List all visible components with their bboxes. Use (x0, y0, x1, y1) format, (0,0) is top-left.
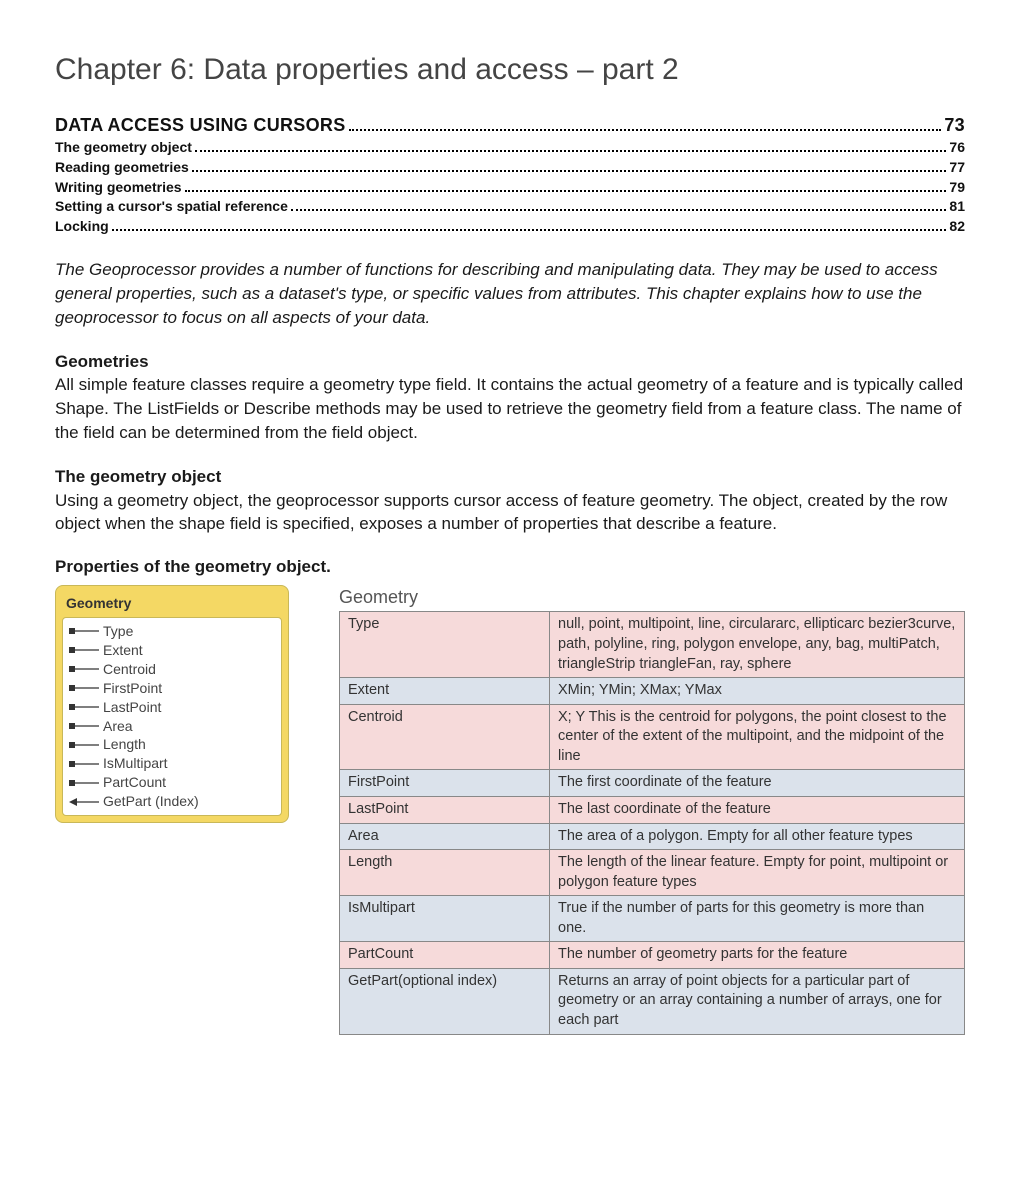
toc-leader-dots (291, 209, 947, 211)
property-desc-cell: True if the number of parts for this geo… (550, 896, 965, 942)
geometry-uml-item-label: Length (103, 735, 146, 754)
toc-label: Setting a cursor's spatial reference (55, 197, 288, 216)
geometry-uml-item-label: GetPart (Index) (103, 792, 199, 811)
geometry-uml-item-label: IsMultipart (103, 754, 168, 773)
geometry-uml-item: PartCount (69, 773, 275, 792)
property-icon (69, 645, 99, 655)
section-heading: The geometry object (55, 467, 221, 486)
property-name-cell: Extent (340, 678, 550, 705)
toc-label: DATA ACCESS USING CURSORS (55, 113, 346, 137)
property-name-cell: IsMultipart (340, 896, 550, 942)
toc-leader-dots (349, 129, 942, 131)
table-row: GetPart(optional index)Returns an array … (340, 968, 965, 1034)
property-desc-cell: Returns an array of point objects for a … (550, 968, 965, 1034)
geometry-uml-item-label: FirstPoint (103, 679, 162, 698)
property-name-cell: Type (340, 612, 550, 678)
property-desc-cell: XMin; YMin; XMax; YMax (550, 678, 965, 705)
geometry-uml-members: TypeExtentCentroidFirstPointLastPointAre… (62, 617, 282, 816)
table-row: PartCountThe number of geometry parts fo… (340, 942, 965, 969)
geometry-uml-item: Length (69, 735, 275, 754)
section-body: Using a geometry object, the geoprocesso… (55, 491, 947, 534)
property-desc-cell: The first coordinate of the feature (550, 770, 965, 797)
table-row: LengthThe length of the linear feature. … (340, 850, 965, 896)
geometry-uml-item-label: Type (103, 622, 133, 641)
geometry-uml-item: Centroid (69, 660, 275, 679)
section-body: All simple feature classes require a geo… (55, 375, 963, 442)
geometry-uml-item-label: LastPoint (103, 698, 161, 717)
chapter-title: Chapter 6: Data properties and access – … (55, 50, 965, 91)
geometry-uml-item-label: Extent (103, 641, 143, 660)
table-row: LastPointThe last coordinate of the feat… (340, 796, 965, 823)
geometry-uml-title: Geometry (62, 592, 282, 617)
geometry-uml-item-label: Area (103, 717, 133, 736)
toc-leader-dots (112, 229, 947, 231)
geometry-uml-item: Extent (69, 641, 275, 660)
toc-label: Reading geometries (55, 158, 189, 177)
toc-entry: Reading geometries 77 (55, 158, 965, 177)
property-name-cell: LastPoint (340, 796, 550, 823)
toc-page: 77 (949, 158, 965, 177)
property-name-cell: FirstPoint (340, 770, 550, 797)
table-row: ExtentXMin; YMin; XMax; YMax (340, 678, 965, 705)
section-geometries: Geometries All simple feature classes re… (55, 350, 965, 445)
property-icon (69, 664, 99, 674)
geometry-uml-item: IsMultipart (69, 754, 275, 773)
property-name-cell: GetPart(optional index) (340, 968, 550, 1034)
property-icon (69, 778, 99, 788)
table-row: Typenull, point, multipoint, line, circu… (340, 612, 965, 678)
toc-entry: Writing geometries 79 (55, 178, 965, 197)
property-icon (69, 702, 99, 712)
toc-label: Locking (55, 217, 109, 236)
intro-paragraph: The Geoprocessor provides a number of fu… (55, 258, 965, 329)
geometry-table: Typenull, point, multipoint, line, circu… (339, 611, 965, 1034)
geometry-uml-box: Geometry TypeExtentCentroidFirstPointLas… (55, 585, 289, 823)
property-desc-cell: The area of a polygon. Empty for all oth… (550, 823, 965, 850)
table-row: AreaThe area of a polygon. Empty for all… (340, 823, 965, 850)
geometry-uml-item: Area (69, 717, 275, 736)
method-icon (69, 797, 99, 807)
property-icon (69, 759, 99, 769)
toc-label: The geometry object (55, 138, 192, 157)
toc-page: 82 (949, 217, 965, 236)
toc-page: 76 (949, 138, 965, 157)
table-row: IsMultipartTrue if the number of parts f… (340, 896, 965, 942)
property-icon (69, 740, 99, 750)
toc-leader-dots (195, 150, 947, 152)
geometry-table-title: Geometry (339, 585, 965, 609)
geometry-uml-item-label: PartCount (103, 773, 166, 792)
property-icon (69, 721, 99, 731)
toc-label: Writing geometries (55, 178, 182, 197)
property-desc-cell: null, point, multipoint, line, circulara… (550, 612, 965, 678)
section-geometry-object: The geometry object Using a geometry obj… (55, 465, 965, 536)
geometry-uml-item: Type (69, 622, 275, 641)
property-desc-cell: The last coordinate of the feature (550, 796, 965, 823)
properties-heading: Properties of the geometry object. (55, 556, 965, 579)
property-icon (69, 683, 99, 693)
property-name-cell: Centroid (340, 704, 550, 770)
table-row: CentroidX; Y This is the centroid for po… (340, 704, 965, 770)
toc-leader-dots (192, 170, 947, 172)
geometry-uml-item: GetPart (Index) (69, 792, 275, 811)
toc-entry: DATA ACCESS USING CURSORS 73 (55, 113, 965, 137)
property-icon (69, 626, 99, 636)
property-name-cell: PartCount (340, 942, 550, 969)
section-heading: Geometries (55, 352, 149, 371)
toc-entry: Setting a cursor's spatial reference 81 (55, 197, 965, 216)
toc-page: 73 (944, 113, 965, 137)
toc-entry: Locking 82 (55, 217, 965, 236)
property-name-cell: Length (340, 850, 550, 896)
geometry-uml-item: LastPoint (69, 698, 275, 717)
table-row: FirstPointThe first coordinate of the fe… (340, 770, 965, 797)
geometry-uml-item: FirstPoint (69, 679, 275, 698)
toc-entry: The geometry object 76 (55, 138, 965, 157)
toc-page: 79 (949, 178, 965, 197)
toc-leader-dots (185, 190, 947, 192)
property-name-cell: Area (340, 823, 550, 850)
property-desc-cell: The length of the linear feature. Empty … (550, 850, 965, 896)
property-desc-cell: X; Y This is the centroid for polygons, … (550, 704, 965, 770)
property-desc-cell: The number of geometry parts for the fea… (550, 942, 965, 969)
geometry-uml-item-label: Centroid (103, 660, 156, 679)
table-of-contents: DATA ACCESS USING CURSORS 73 The geometr… (55, 113, 965, 237)
toc-page: 81 (949, 197, 965, 216)
